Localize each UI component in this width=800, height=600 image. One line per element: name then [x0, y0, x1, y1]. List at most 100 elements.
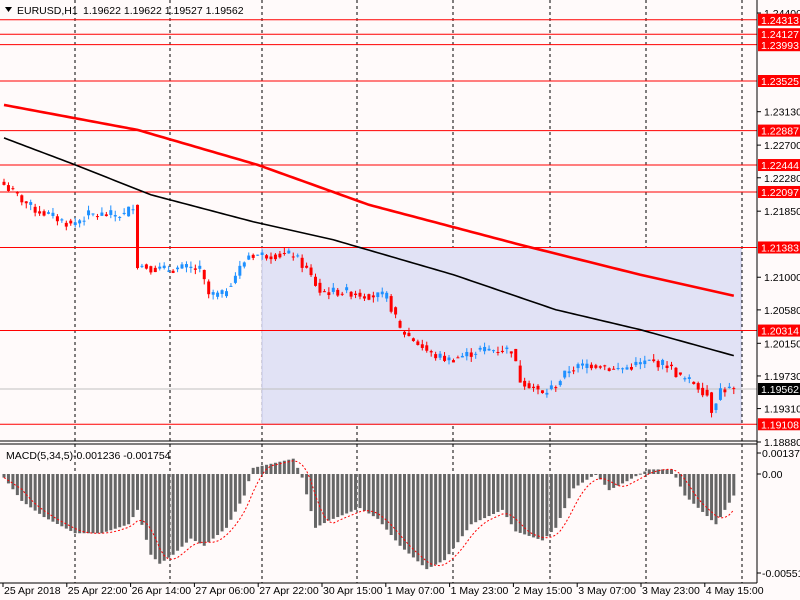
macd-bar: [469, 474, 473, 525]
candle-body: [327, 292, 331, 296]
macd-bar: [296, 467, 300, 474]
macd-bar: [158, 474, 162, 564]
candle-body: [47, 212, 50, 214]
macd-bar: [140, 474, 144, 525]
candle-body: [256, 254, 260, 256]
candle-body: [193, 268, 197, 270]
macd-bar: [549, 474, 553, 533]
macd-bar: [625, 474, 629, 482]
candle-body: [612, 368, 616, 370]
macd-bar: [723, 474, 727, 510]
candle-body: [60, 219, 64, 221]
candle-body: [33, 206, 37, 213]
macd-bar: [153, 474, 157, 560]
candle-body: [598, 366, 602, 368]
candle-body: [416, 341, 420, 345]
macd-bar: [634, 474, 638, 477]
price-zone-rectangle[interactable]: [261, 246, 742, 425]
macd-bar: [612, 474, 616, 488]
candle-body: [314, 276, 317, 286]
macd-bar: [581, 474, 584, 483]
macd-bar: [189, 474, 193, 539]
level-label: 1.22887: [761, 126, 799, 138]
macd-bar: [465, 474, 469, 531]
time-label: 30 Apr 15:00: [323, 585, 383, 597]
macd-bar: [732, 474, 736, 496]
candle-body: [371, 295, 375, 298]
macd-bar: [616, 474, 620, 486]
macd-bar: [82, 474, 86, 534]
candle-body: [167, 270, 171, 272]
macd-bar: [318, 474, 322, 526]
time-label: 27 Apr 22:00: [259, 585, 319, 597]
macd-bar: [545, 474, 549, 537]
chart-symbol: EURUSD,H1: [17, 5, 78, 17]
candle-body: [287, 250, 291, 254]
macd-bar: [540, 474, 544, 541]
macd-bar: [38, 474, 42, 514]
candle-body: [629, 366, 633, 370]
macd-bar: [127, 474, 131, 525]
macd-bar: [362, 474, 366, 511]
macd-bar: [714, 474, 718, 525]
macd-bar: [171, 474, 175, 555]
macd-bar: [229, 474, 233, 520]
candle-body: [247, 255, 251, 260]
candle-body: [6, 185, 10, 191]
candle-body: [336, 289, 340, 296]
macd-axis: 0.00137 0.00 -0.005517: [757, 448, 800, 580]
macd-bar: [113, 474, 117, 529]
macd-bar: [434, 474, 438, 565]
macd-bar: [354, 474, 358, 510]
macd-bar: [572, 474, 576, 489]
macd-bar: [474, 474, 478, 523]
candle-body: [87, 210, 91, 216]
candle-body: [460, 355, 464, 358]
macd-bar: [131, 474, 135, 518]
candle-body: [340, 293, 344, 295]
candle-body: [621, 368, 625, 370]
current-price-label: 1.19562: [761, 384, 799, 396]
macd-bar: [638, 473, 642, 475]
macd-bar: [238, 474, 242, 504]
candle-body: [451, 360, 455, 363]
macd-bar: [305, 474, 309, 495]
candle-body: [545, 392, 549, 395]
macd-bar: [69, 474, 73, 531]
candle-body: [683, 378, 687, 380]
candle-body: [483, 346, 487, 352]
candle-body: [149, 266, 153, 273]
macd-bar: [64, 474, 68, 529]
candle-body: [687, 377, 691, 380]
macd-bar: [95, 474, 99, 534]
candle-body: [625, 367, 629, 370]
candle-body: [496, 351, 500, 353]
macd-bar: [78, 474, 82, 534]
macd-bar: [527, 474, 531, 536]
candle-body: [318, 282, 322, 293]
macd-bar: [447, 474, 451, 555]
macd-bar: [692, 474, 696, 504]
macd-bar: [514, 474, 518, 532]
candle-body: [162, 265, 166, 269]
candle-body: [211, 292, 215, 295]
macd-bar: [91, 474, 95, 534]
macd-bar: [349, 474, 353, 512]
macd-bar: [340, 474, 344, 516]
candle-body: [403, 331, 406, 335]
collapse-triangle-icon[interactable]: [5, 7, 12, 12]
price-tick-label: 1.21850: [764, 206, 800, 218]
candle-body: [594, 365, 598, 368]
candle-body: [701, 387, 705, 396]
chart-canvas[interactable]: 1.244001.231301.227001.222801.218501.210…: [0, 0, 800, 600]
candle-body: [732, 388, 736, 390]
time-label: 3 May 23:00: [642, 585, 700, 597]
candle-body: [362, 296, 366, 299]
candle-body: [727, 386, 731, 388]
candle-body: [718, 388, 722, 400]
price-tick-label: 1.23130: [764, 107, 800, 119]
candle-body: [118, 216, 122, 218]
macd-bar: [20, 474, 24, 501]
candle-body: [505, 347, 509, 350]
candle-body: [380, 291, 384, 295]
